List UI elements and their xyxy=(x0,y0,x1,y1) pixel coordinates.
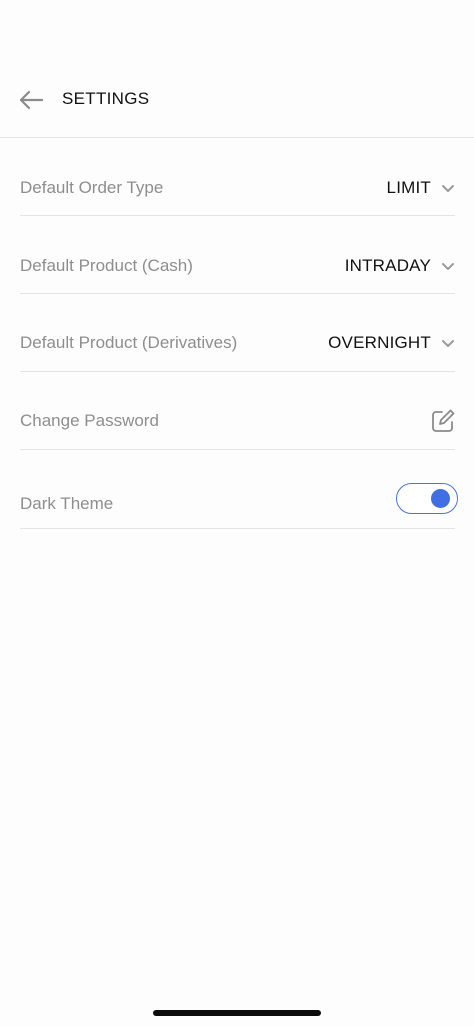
setting-label: Default Product (Derivatives) xyxy=(20,333,238,352)
setting-label: Change Password xyxy=(20,411,159,430)
setting-label: Dark Theme xyxy=(20,494,114,513)
setting-row-product-derivatives: Default Product (Derivatives) OVERNIGHT xyxy=(20,294,455,372)
edit-icon[interactable] xyxy=(431,409,455,433)
product-derivatives-select[interactable]: OVERNIGHT xyxy=(328,333,455,353)
product-cash-select[interactable]: INTRADAY xyxy=(345,256,455,276)
select-value: LIMIT xyxy=(386,178,431,197)
setting-row-product-cash: Default Product (Cash) INTRADAY xyxy=(20,216,455,294)
page-title: SETTINGS xyxy=(62,89,150,108)
home-indicator xyxy=(153,1010,321,1016)
app-header: SETTINGS xyxy=(0,0,474,138)
toggle-knob xyxy=(431,489,450,508)
setting-row-change-password[interactable]: Change Password xyxy=(20,372,455,450)
select-value: INTRADAY xyxy=(344,256,431,275)
setting-label: Default Order Type xyxy=(20,178,164,197)
setting-row-order-type: Default Order Type LIMIT xyxy=(20,160,455,216)
chevron-down-icon xyxy=(441,338,455,348)
back-button[interactable] xyxy=(14,84,48,116)
arrow-left-icon xyxy=(19,90,44,110)
chevron-down-icon xyxy=(441,183,455,193)
setting-row-dark-theme: Dark Theme xyxy=(20,450,458,529)
setting-label: Default Product (Cash) xyxy=(20,256,193,275)
chevron-down-icon xyxy=(441,261,455,271)
select-value: OVERNIGHT xyxy=(328,333,431,352)
dark-theme-toggle[interactable] xyxy=(396,483,458,514)
order-type-select[interactable]: LIMIT xyxy=(387,178,455,198)
